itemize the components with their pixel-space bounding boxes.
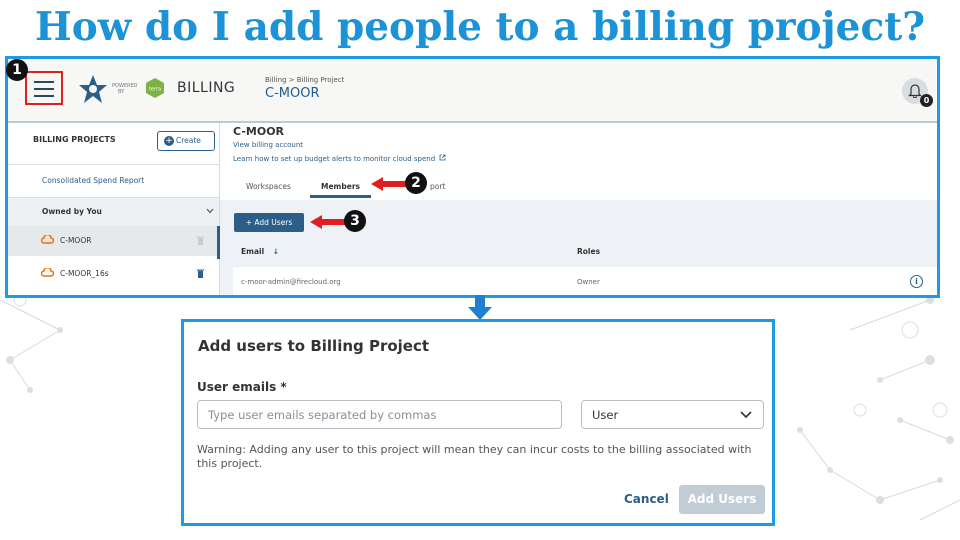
sidebar-item-c-moor-16s[interactable] [8, 260, 219, 290]
google-cloud-icon [41, 268, 54, 277]
sidebar-item-label: C-MOOR_16s [60, 269, 109, 278]
consolidated-spend-link[interactable]: Consolidated Spend Report [42, 176, 144, 185]
owned-by-you-label: Owned by You [42, 207, 102, 216]
red-arrow-icon [310, 215, 346, 229]
column-header-email[interactable]: Email ↓ [241, 247, 279, 256]
notification-badge: 0 [920, 94, 933, 107]
project-title: C-MOOR [233, 125, 285, 138]
google-cloud-icon [41, 235, 54, 244]
sidebar-item-label: C-MOOR [60, 236, 92, 245]
red-arrow-icon [371, 177, 407, 191]
sort-arrow-icon: ↓ [272, 247, 280, 256]
app-name: BILLING [177, 80, 236, 96]
breadcrumb[interactable]: Billing > Billing Project [265, 76, 344, 84]
cancel-button[interactable]: Cancel [624, 492, 669, 506]
bell-icon [908, 84, 922, 98]
slide-title: How do I add people to a billing project… [34, 4, 926, 50]
member-email: c-moor-admin@firecloud.org [241, 278, 341, 286]
role-select-value: User [592, 408, 619, 422]
tab-members[interactable]: Members [321, 182, 360, 191]
member-role: Owner [577, 278, 600, 286]
user-emails-label: User emails * [197, 380, 287, 394]
tab-workspaces[interactable]: Workspaces [246, 182, 291, 191]
add-users-button[interactable]: + Add Users [234, 213, 304, 232]
billing-warning: Warning: Adding any user to this project… [197, 443, 752, 470]
step-number-badge: 3 [344, 210, 366, 232]
role-select[interactable]: User [581, 400, 764, 429]
trash-icon[interactable] [197, 269, 204, 278]
trash-icon[interactable] [197, 236, 204, 245]
down-arrow-icon [468, 295, 492, 320]
info-icon[interactable]: i [910, 275, 923, 288]
tab-spend-report[interactable]: port [430, 182, 445, 191]
terra-hex-icon: terra [146, 78, 164, 98]
step-number-badge: 1 [6, 59, 28, 81]
step-number-badge: 2 [405, 172, 427, 194]
chevron-down-icon [740, 411, 752, 419]
owned-by-you-section[interactable] [8, 198, 219, 226]
svg-text:terra: terra [149, 87, 161, 93]
column-header-roles: Roles [577, 247, 601, 256]
external-link-icon [439, 154, 446, 161]
sidebar-divider [8, 164, 219, 165]
hamburger-menu-button[interactable] [25, 71, 63, 105]
add-users-submit-button[interactable]: Add Users [679, 485, 765, 514]
budget-alerts-link[interactable]: Learn how to set up budget alerts to mon… [233, 154, 446, 163]
view-billing-account-link[interactable]: View billing account [233, 141, 303, 149]
header-project-name: C-MOOR [265, 86, 320, 101]
terra-logo-icon [79, 75, 107, 103]
plus-circle-icon: + [164, 136, 174, 146]
active-tab-indicator [310, 195, 371, 198]
chevron-down-icon[interactable] [206, 208, 214, 214]
sidebar-item-c-moor[interactable] [8, 226, 219, 256]
app-header: POWERED BY terra BILLING Billing > Billi… [8, 59, 937, 123]
user-emails-input[interactable] [197, 400, 562, 429]
powered-by-label: POWERED BY [112, 83, 138, 95]
billing-app-screenshot: POWERED BY terra BILLING Billing > Billi… [5, 56, 940, 298]
modal-title: Add users to Billing Project [198, 337, 430, 355]
create-project-button[interactable]: + Create [157, 131, 215, 151]
sidebar-title: BILLING PROJECTS [33, 135, 116, 144]
